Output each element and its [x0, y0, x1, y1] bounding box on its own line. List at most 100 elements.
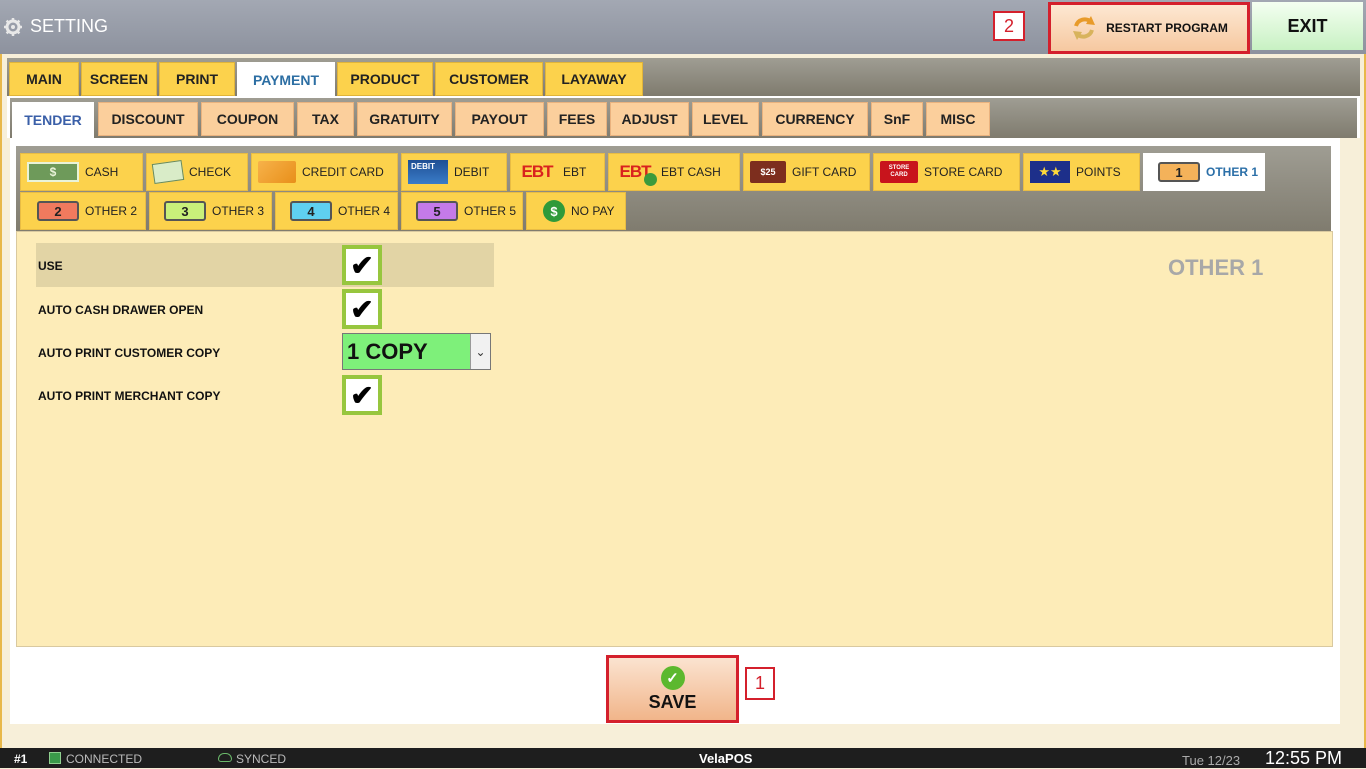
merchant-copy-checkbox[interactable]: ✔ — [342, 375, 382, 415]
cash-drawer-label: AUTO CASH DRAWER OPEN — [38, 303, 204, 317]
tender-label: CHECK — [189, 165, 232, 179]
save-button[interactable]: ✓ SAVE — [606, 655, 739, 723]
tab-layaway[interactable]: LAYAWAY — [545, 62, 643, 96]
customer-copy-select[interactable]: 1 COPY ⌄ — [342, 333, 491, 370]
tab-discount[interactable]: DISCOUNT — [98, 102, 198, 136]
customer-copy-value: 1 COPY — [347, 338, 428, 364]
tender-label: EBT CASH — [661, 165, 721, 179]
tender-points[interactable]: ★★ POINTS — [1023, 153, 1140, 191]
tender-label: DEBIT — [454, 165, 490, 179]
tender-label: EBT — [563, 165, 587, 179]
other-1-icon: 1 — [1158, 162, 1200, 182]
tab-fees[interactable]: FEES — [547, 102, 607, 136]
tender-label: CREDIT CARD — [302, 165, 384, 179]
status-date: Tue 12/23 — [1182, 753, 1241, 768]
tender-label: GIFT CARD — [792, 165, 857, 179]
tender-other-1[interactable]: 1 OTHER 1 — [1143, 153, 1265, 191]
status-time: 12:55 PM — [1265, 748, 1343, 768]
other-4-icon: 4 — [290, 201, 332, 221]
tab-screen[interactable]: SCREEN — [81, 62, 157, 96]
credit-card-icon — [258, 161, 296, 183]
merchant-copy-label: AUTO PRINT MERCHANT COPY — [38, 389, 221, 403]
restart-program-button[interactable]: RESTART PROGRAM — [1048, 2, 1250, 54]
use-label: USE — [38, 259, 63, 273]
debit-card-icon: DEBIT — [408, 160, 448, 184]
dollar-bill-icon: $ — [27, 162, 79, 182]
marker-2: 2 — [993, 11, 1025, 41]
check-payment-icon — [151, 160, 185, 184]
window-title: SETTING — [30, 16, 109, 36]
tab-currency[interactable]: CURRENCY — [762, 102, 868, 136]
tender-other-4[interactable]: 4 OTHER 4 — [275, 192, 398, 230]
tender-label: POINTS — [1076, 165, 1121, 179]
tab-snf[interactable]: SnF — [871, 102, 923, 136]
tab-gratuity[interactable]: GRATUITY — [357, 102, 452, 136]
ebt-cash-logo-icon: EBT — [615, 161, 657, 186]
use-row-highlight — [36, 243, 494, 287]
tab-level[interactable]: LEVEL — [692, 102, 759, 136]
tender-ebt[interactable]: EBT EBT — [510, 153, 605, 191]
checkmark-icon: ✔ — [346, 249, 378, 281]
other-5-icon: 5 — [416, 201, 458, 221]
tab-tender[interactable]: TENDER — [12, 102, 94, 138]
tab-coupon[interactable]: COUPON — [201, 102, 294, 136]
main-tab-bar: MAIN SCREEN PRINT PAYMENT PRODUCT CUSTOM… — [7, 58, 1360, 98]
store-card-icon: STORE CARD — [880, 161, 918, 183]
synced-status: SYNCED — [236, 752, 287, 766]
connected-icon — [49, 752, 61, 764]
checkmark-icon: ✔ — [346, 379, 378, 411]
tender-gift-card[interactable]: $25 GIFT CARD — [743, 153, 870, 191]
checkmark-icon: ✔ — [346, 293, 378, 325]
stars-icon: ★★ — [1030, 161, 1070, 183]
section-title: OTHER 1 — [1168, 255, 1264, 280]
save-label: SAVE — [648, 691, 697, 712]
tender-label: OTHER 2 — [85, 204, 138, 218]
tender-store-card[interactable]: STORE CARD STORE CARD — [873, 153, 1020, 191]
tender-credit-card[interactable]: CREDIT CARD — [251, 153, 398, 191]
tender-ebt-cash[interactable]: EBT EBT CASH — [608, 153, 740, 191]
checkmark-circle-icon: ✓ — [660, 665, 685, 690]
tender-other-3[interactable]: 3 OTHER 3 — [149, 192, 272, 230]
tab-main[interactable]: MAIN — [9, 62, 79, 96]
marker-1: 1 — [745, 667, 775, 700]
tender-check[interactable]: CHECK — [146, 153, 248, 191]
settings-panel — [16, 231, 1333, 647]
tab-misc[interactable]: MISC — [926, 102, 990, 136]
exit-button[interactable]: EXIT — [1252, 2, 1363, 50]
tender-label: STORE CARD — [924, 165, 1003, 179]
ebt-logo-icon: EBT — [521, 162, 554, 181]
other-2-icon: 2 — [37, 201, 79, 221]
gift-card-icon: $25 — [750, 161, 786, 183]
tab-payment[interactable]: PAYMENT — [237, 62, 335, 98]
chevron-down-icon[interactable]: ⌄ — [470, 334, 490, 369]
tender-other-5[interactable]: 5 OTHER 5 — [401, 192, 523, 230]
dollar-coin-icon: $ — [543, 200, 565, 222]
tab-adjust[interactable]: ADJUST — [610, 102, 689, 136]
tab-print[interactable]: PRINT — [159, 62, 235, 96]
title-bar: SETTING 2 RESTART PROGRAM EXIT — [0, 0, 1366, 54]
tab-customer[interactable]: CUSTOMER — [435, 62, 543, 96]
gear-icon — [4, 18, 22, 36]
brand-name: VelaPOS — [699, 751, 753, 766]
tender-label: OTHER 4 — [338, 204, 391, 218]
tender-debit[interactable]: DEBIT DEBIT — [401, 153, 507, 191]
tab-payout[interactable]: PAYOUT — [455, 102, 544, 136]
tab-product[interactable]: PRODUCT — [337, 62, 433, 96]
cash-drawer-checkbox[interactable]: ✔ — [342, 289, 382, 329]
tender-label: OTHER 1 — [1206, 165, 1259, 179]
restart-label: RESTART PROGRAM — [1106, 21, 1228, 35]
tender-no-pay[interactable]: $ NO PAY — [526, 192, 626, 230]
tender-cash[interactable]: $ CASH — [20, 153, 143, 191]
other-3-icon: 3 — [164, 201, 206, 221]
refresh-icon — [1073, 16, 1096, 40]
status-bar: #1 CONNECTED SYNCED VelaPOS Tue 12/23 12… — [0, 748, 1366, 768]
customer-copy-label: AUTO PRINT CUSTOMER COPY — [38, 346, 221, 360]
tender-label: NO PAY — [571, 204, 615, 218]
tender-other-2[interactable]: 2 OTHER 2 — [20, 192, 146, 230]
tab-tax[interactable]: TAX — [297, 102, 354, 136]
use-checkbox[interactable]: ✔ — [342, 245, 382, 285]
payment-tab-bar: TENDER DISCOUNT COUPON TAX GRATUITY PAYO… — [10, 98, 1357, 138]
connected-status: CONNECTED — [66, 752, 143, 766]
station-number: #1 — [14, 752, 28, 766]
tender-label: CASH — [85, 165, 119, 179]
